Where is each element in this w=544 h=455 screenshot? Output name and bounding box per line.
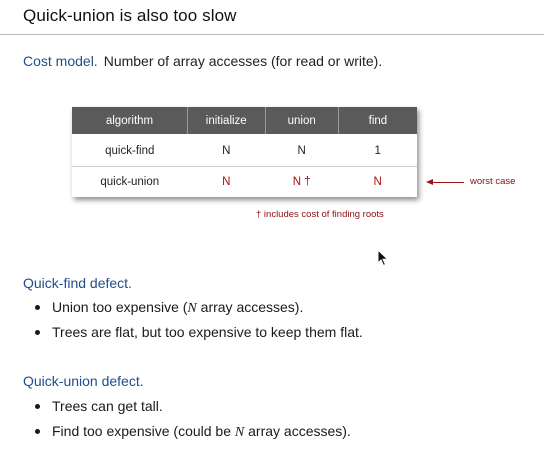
list-item: Find too expensive (could be N array acc… bbox=[22, 422, 351, 447]
bullet-variable: N bbox=[187, 301, 197, 316]
list-item: Union too expensive (N array accesses). bbox=[22, 298, 363, 323]
bullet-icon bbox=[35, 330, 40, 335]
cell-initialize: N bbox=[222, 176, 231, 188]
bullet-text-post: array accesses). bbox=[196, 299, 304, 315]
table-header-row: algorithm initialize union find bbox=[72, 107, 417, 134]
table-row: quick-find N N 1 bbox=[72, 134, 417, 167]
header-algorithm: algorithm bbox=[72, 107, 188, 134]
cell-find: N bbox=[373, 176, 382, 188]
quick-find-defect-heading: Quick-find defect. bbox=[23, 275, 132, 291]
mouse-pointer-icon bbox=[377, 248, 389, 272]
cost-model-text: Number of array accesses (for read or wr… bbox=[103, 53, 383, 69]
cell-algorithm: quick-find bbox=[72, 134, 188, 167]
list-item: Trees can get tall. bbox=[22, 397, 351, 422]
header-initialize: initialize bbox=[187, 107, 265, 134]
bullet-text: Trees are flat, but too expensive to kee… bbox=[52, 324, 363, 340]
cell-union: N † bbox=[292, 176, 311, 188]
cost-model-line: Cost model. Number of array accesses (for… bbox=[23, 53, 382, 69]
cost-table: algorithm initialize union find quick-fi… bbox=[72, 107, 417, 197]
bullet-text: Trees can get tall. bbox=[52, 398, 163, 414]
bullet-text-pre: Union too expensive ( bbox=[52, 299, 188, 315]
cost-model-label: Cost model. bbox=[23, 53, 98, 69]
worst-case-label: worst case bbox=[470, 176, 516, 187]
header-union: union bbox=[264, 107, 339, 134]
cell-find: 1 bbox=[338, 134, 417, 167]
list-item: Trees are flat, but too expensive to kee… bbox=[22, 323, 363, 348]
bullet-icon bbox=[35, 429, 40, 434]
title-divider bbox=[0, 34, 544, 35]
bullet-icon bbox=[35, 305, 40, 310]
quick-union-defect-heading: Quick-union defect. bbox=[23, 373, 144, 389]
bullet-text-post: array accesses). bbox=[244, 423, 351, 439]
bullet-icon bbox=[35, 404, 40, 409]
footnote: † includes cost of finding roots bbox=[256, 209, 384, 220]
cell-initialize: N bbox=[187, 134, 265, 167]
header-find: find bbox=[337, 107, 417, 134]
table-row: quick-union N N † N bbox=[72, 167, 417, 198]
bullet-text-pre: Find too expensive (could be bbox=[52, 423, 235, 439]
bullet-variable: N bbox=[234, 425, 245, 440]
quick-union-defect-list: Trees can get tall. Find too expensive (… bbox=[22, 397, 351, 447]
quick-find-defect-list: Union too expensive (N array accesses). … bbox=[22, 298, 363, 348]
slide-title: Quick-union is also too slow bbox=[23, 6, 237, 25]
cell-algorithm: quick-union bbox=[100, 176, 160, 188]
cell-union: N bbox=[265, 134, 339, 167]
arrow-line bbox=[431, 182, 464, 183]
